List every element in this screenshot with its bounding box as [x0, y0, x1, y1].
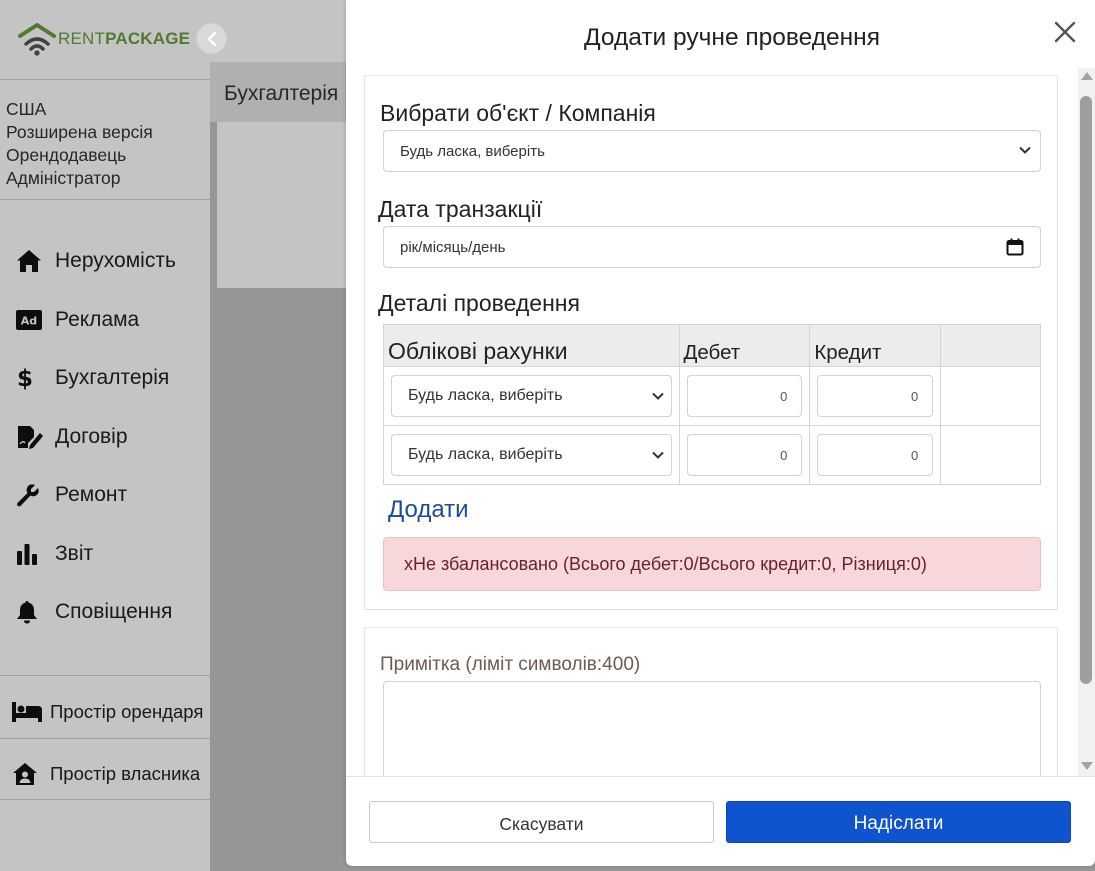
modal-scrollbar[interactable]	[1078, 68, 1095, 776]
chevron-down-icon	[651, 451, 664, 459]
sidebar-collapse-button[interactable]	[196, 23, 227, 54]
add-manual-entry-modal: Додати ручне проведення Вибрати об'єкт /…	[346, 0, 1095, 866]
table-row: Будь ласка, виберіть 0 0	[383, 425, 1041, 485]
scrollbar-thumb[interactable]	[1080, 96, 1092, 684]
modal-footer: Скасувати Надіслати	[346, 776, 1095, 866]
account-select-value: Будь ласка, виберіть	[408, 387, 563, 404]
chevron-left-icon	[207, 31, 216, 46]
note-card: Примітка (ліміт символів:400)	[364, 627, 1058, 776]
chevron-down-icon	[651, 392, 664, 400]
transaction-date-input[interactable]: рік/місяць/день	[383, 226, 1041, 268]
object-select-value: Будь ласка, виберіть	[400, 142, 545, 160]
column-header-credit: Кредит	[809, 324, 942, 367]
table-cell	[940, 425, 1041, 485]
cancel-button[interactable]: Скасувати	[369, 801, 714, 843]
scroll-down-arrow-icon[interactable]	[1081, 762, 1093, 770]
table-cell: 0	[809, 425, 942, 485]
submit-button[interactable]: Надіслати	[726, 801, 1071, 843]
debit-input[interactable]: 0	[686, 434, 803, 476]
add-row-link[interactable]: Додати	[388, 496, 469, 524]
date-placeholder: рік/місяць/день	[400, 238, 506, 256]
table-cell	[940, 366, 1041, 426]
chevron-down-icon	[1019, 146, 1031, 154]
modal-header: Додати ручне проведення	[346, 0, 1095, 68]
credit-input[interactable]: 0	[817, 434, 934, 476]
column-header-debit: Дебет	[678, 324, 811, 367]
note-label: Примітка (ліміт символів:400)	[380, 654, 641, 675]
account-select-value: Будь ласка, виберіть	[408, 446, 563, 463]
account-select[interactable]: Будь ласка, виберіть	[391, 434, 672, 476]
table-cell: 0	[678, 425, 811, 485]
table-cell: Будь ласка, виберіть	[383, 425, 680, 485]
credit-input[interactable]: 0	[817, 375, 934, 417]
scroll-up-arrow-icon[interactable]	[1081, 72, 1093, 80]
entries-table: Облікові рахунки Дебет Кредит Будь ласка…	[383, 324, 1041, 485]
entry-form-card: Вибрати об'єкт / Компанія Будь ласка, ви…	[364, 75, 1058, 610]
modal-body: Вибрати об'єкт / Компанія Будь ласка, ви…	[346, 68, 1095, 776]
account-select[interactable]: Будь ласка, виберіть	[391, 375, 672, 417]
details-label: Деталі проведення	[378, 290, 580, 316]
table-cell: 0	[678, 366, 811, 426]
date-label: Дата транзакції	[378, 196, 543, 222]
table-cell: 0	[809, 366, 942, 426]
calendar-icon[interactable]	[1006, 238, 1024, 256]
close-icon[interactable]	[1051, 20, 1079, 48]
modal-title: Додати ручне проведення	[584, 24, 880, 51]
column-header-accounts: Облікові рахунки	[383, 324, 680, 367]
balance-alert: xНе збалансовано (Всього дебет:0/Всього …	[383, 537, 1041, 591]
table-cell: Будь ласка, виберіть	[383, 366, 680, 426]
debit-input[interactable]: 0	[686, 375, 803, 417]
note-textarea[interactable]	[383, 681, 1041, 776]
table-row: Будь ласка, виберіть 0 0	[383, 366, 1041, 426]
object-select[interactable]: Будь ласка, виберіть	[383, 130, 1041, 172]
table-header-row: Облікові рахунки Дебет Кредит	[383, 324, 1041, 367]
column-header-actions	[940, 324, 1041, 367]
object-label: Вибрати об'єкт / Компанія	[380, 100, 656, 126]
